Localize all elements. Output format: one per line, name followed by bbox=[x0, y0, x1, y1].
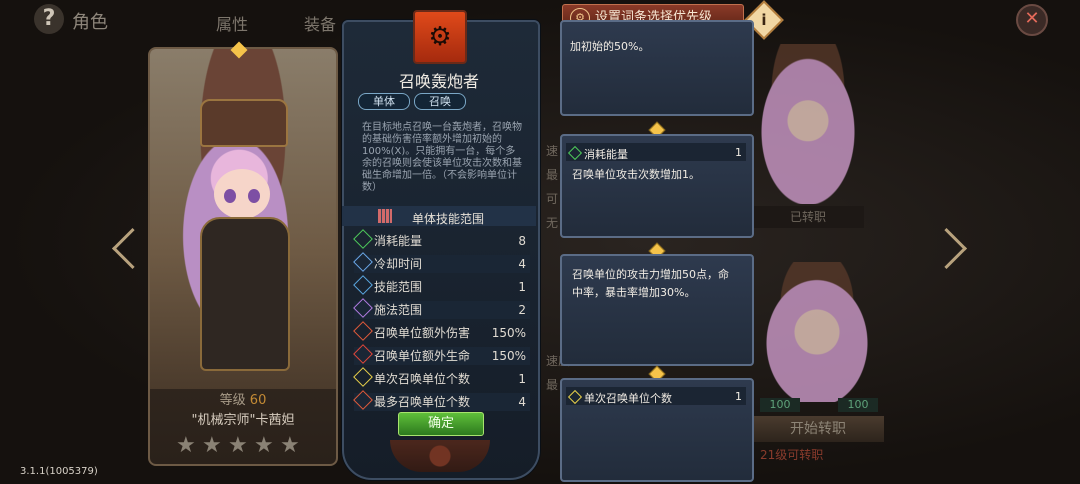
help-icon[interactable]: ? bbox=[34, 4, 64, 34]
version-label: 3.1.1(1005379) bbox=[20, 466, 98, 477]
skill-tag: 单体 bbox=[358, 93, 410, 110]
affix-value: 1 bbox=[735, 146, 742, 159]
stat-label: 消耗能量 bbox=[374, 234, 423, 248]
top-bar: ? 角色 属性 装备 设置词条选择优先级 ⚙ i ✕ bbox=[0, 0, 1080, 40]
character-name: "机械宗师"卡茜妲 bbox=[191, 413, 295, 428]
stat-label: 施法范围 bbox=[374, 303, 423, 317]
stat-row: 冷却时间 4 bbox=[353, 252, 530, 273]
stat-value: 150% bbox=[491, 349, 526, 363]
start-class-change-button[interactable]: 开始转职 bbox=[752, 416, 884, 442]
side-text: 无 bbox=[546, 216, 559, 230]
skill-tag: 召唤 bbox=[414, 93, 466, 110]
level-value: 60 bbox=[249, 393, 267, 408]
stat-icon bbox=[353, 252, 373, 272]
stat-row: 最多召唤单位个数 4 bbox=[353, 390, 530, 411]
stat-value: 4 bbox=[518, 257, 526, 271]
stat-label: 单次召唤单位个数 bbox=[374, 372, 471, 386]
character-level: 等级 60 bbox=[150, 389, 336, 408]
star-icon: ★ bbox=[228, 433, 248, 458]
skill-description: 在目标地点召唤一台轰炮者，召唤物的基础伤害倍率额外增加初始的100%(X)。只能… bbox=[362, 122, 522, 193]
stat-badge: 100 bbox=[760, 398, 800, 412]
stat-value: 1 bbox=[518, 372, 526, 386]
stat-row: 技能范围 1 bbox=[353, 275, 530, 296]
stat-label: 冷却时间 bbox=[374, 257, 423, 271]
page-title: 角色 bbox=[72, 12, 108, 33]
character-body bbox=[200, 217, 290, 371]
stat-value: 2 bbox=[518, 303, 526, 317]
stat-row: 召唤单位额外生命 150% bbox=[353, 344, 530, 365]
skill-name: 召唤轰炮者 bbox=[398, 72, 479, 91]
star-icon: ★ bbox=[254, 433, 274, 458]
character-eye bbox=[248, 189, 260, 203]
character-hat bbox=[200, 99, 288, 147]
character-face bbox=[214, 169, 270, 219]
side-text: 最 bbox=[546, 378, 559, 392]
character-eye bbox=[224, 189, 236, 203]
side-text: 可 bbox=[546, 192, 559, 206]
stat-icon bbox=[353, 275, 373, 295]
class-portrait bbox=[752, 262, 882, 402]
side-text: 最 bbox=[546, 168, 559, 182]
stat-label: 召唤单位额外生命 bbox=[374, 349, 471, 363]
class-portrait bbox=[752, 44, 864, 204]
tab-attributes[interactable]: 属性 bbox=[216, 11, 248, 35]
stat-label: 最多召唤单位个数 bbox=[374, 395, 471, 409]
stat-row: 召唤单位额外伤害 150% bbox=[353, 321, 530, 342]
range-label: 单体技能范围 bbox=[412, 212, 485, 226]
side-text: 速 bbox=[546, 144, 559, 158]
star-icon: ★ bbox=[202, 433, 222, 458]
affix-title: 消耗能量 bbox=[567, 145, 628, 162]
turned-status: 已转职 bbox=[752, 206, 864, 228]
stat-value: 1 bbox=[518, 280, 526, 294]
tab-equipment[interactable]: 装备 bbox=[304, 11, 336, 35]
stat-icon bbox=[353, 367, 373, 387]
stat-icon bbox=[353, 298, 373, 318]
energy-icon bbox=[567, 145, 583, 161]
affix-description: 中率，暴击率增加30%。 bbox=[572, 286, 696, 299]
stat-icon bbox=[353, 229, 373, 249]
affix-description: 召唤单位的攻击力增加50点，命 bbox=[572, 268, 729, 281]
stat-badge: 100 bbox=[838, 398, 878, 412]
stat-value: 4 bbox=[518, 395, 526, 409]
cannon-icon: ⚙ bbox=[413, 10, 467, 64]
stat-icon bbox=[353, 390, 373, 410]
stat-label: 召唤单位额外伤害 bbox=[374, 326, 471, 340]
star-icon: ★ bbox=[280, 433, 300, 458]
stat-icon bbox=[353, 344, 373, 364]
range-grid-icon bbox=[378, 209, 392, 223]
affix-card[interactable] bbox=[560, 20, 754, 116]
stat-row: 单次召唤单位个数 1 bbox=[353, 367, 530, 388]
stat-value: 8 bbox=[518, 234, 526, 248]
stat-row: 施法范围 2 bbox=[353, 298, 530, 319]
close-button[interactable]: ✕ bbox=[1016, 4, 1048, 36]
star-rating: ★ ★ ★ ★ ★ bbox=[176, 435, 306, 457]
affix-description: 加初始的50%。 bbox=[570, 40, 650, 53]
stat-icon bbox=[353, 321, 373, 341]
summon-icon bbox=[567, 389, 583, 405]
star-icon: ★ bbox=[176, 433, 196, 458]
affix-title: 单次召唤单位个数 bbox=[567, 389, 672, 406]
level-label: 等级 bbox=[219, 393, 246, 408]
stat-row: 消耗能量 8 bbox=[353, 229, 530, 250]
stat-label: 技能范围 bbox=[374, 280, 423, 294]
confirm-button[interactable]: 确定 bbox=[398, 412, 484, 436]
character-card: 等级 60 "机械宗师"卡茜妲 ★ ★ ★ ★ ★ bbox=[148, 47, 338, 466]
affix-description: 召唤单位攻击次数增加1。 bbox=[572, 168, 700, 181]
unlock-requirement: 21级可转职 bbox=[760, 448, 824, 462]
affix-value: 1 bbox=[735, 390, 742, 403]
stat-value: 150% bbox=[491, 326, 526, 340]
